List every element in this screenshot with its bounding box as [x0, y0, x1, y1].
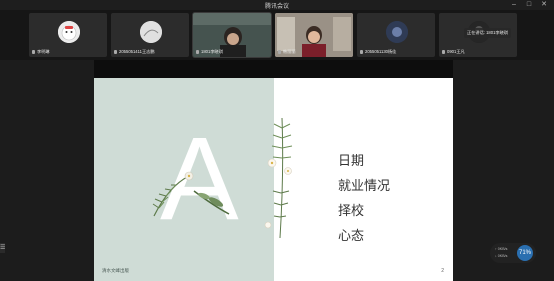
- close-button[interactable]: ✕: [538, 0, 550, 10]
- mic-icon: [278, 50, 281, 54]
- participant-tile[interactable]: 李明琳: [29, 13, 107, 57]
- slide-footer: 清水文峰出版: [102, 268, 129, 273]
- title-bar: 腾讯会议 – □ ✕: [0, 0, 554, 10]
- participant-name: 1801李晓琪: [201, 49, 223, 54]
- mic-icon: [360, 50, 363, 54]
- network-status-widget[interactable]: ↑ 0KB/s ↓ 0KB/s 71%: [490, 243, 536, 263]
- download-rate: ↓ 0KB/s: [495, 254, 508, 258]
- slide-menu-item: 择校: [338, 204, 365, 219]
- mic-icon: [196, 50, 199, 54]
- participant-tile[interactable]: 2055051130杨佳: [357, 13, 435, 57]
- mic-icon: [32, 50, 35, 54]
- participant-name: 0901王凡: [447, 49, 465, 54]
- avatar: [140, 21, 162, 43]
- participant-tile[interactable]: 2055051411王志鹏: [111, 13, 189, 57]
- participant-name: 韩丽丽: [283, 49, 296, 54]
- presentation-slide: A 日期 就业情况 择校 心态 清水文峰出版 2: [94, 78, 453, 281]
- slide-menu-item: 就业情况: [338, 179, 391, 194]
- avatar: [386, 21, 408, 43]
- participant-tile-video[interactable]: 韩丽丽: [275, 13, 353, 57]
- maximize-button[interactable]: □: [523, 0, 535, 10]
- minimize-button[interactable]: –: [508, 0, 520, 10]
- mic-icon: [114, 50, 117, 54]
- plant-illustration-left: [152, 171, 230, 217]
- speaking-indicator: 正在讲话: 1801李晓琪: [464, 28, 511, 38]
- participant-name: 李明琳: [37, 49, 50, 54]
- upload-rate: ↑ 0KB/s: [495, 247, 508, 251]
- plant-illustration-right: [264, 117, 293, 239]
- participant-tile-video[interactable]: 1801李晓琪: [193, 13, 271, 57]
- mic-icon: [442, 50, 445, 54]
- sidebar-toggle-button[interactable]: ☰: [0, 243, 5, 253]
- participant-tile[interactable]: 正在讲话: 1801李晓琪 0901王凡: [439, 13, 517, 57]
- slide-top-bar: [94, 60, 453, 78]
- participant-strip: 李明琳 2055051411王志鹏 1801李晓琪 韩丽丽 2055051130…: [0, 10, 554, 60]
- network-quality-badge: 71%: [517, 245, 533, 261]
- avatar: [58, 21, 80, 43]
- participant-name: 2055051411王志鹏: [119, 49, 155, 54]
- slide-page-number: 2: [441, 268, 444, 274]
- window-title: 腾讯会议: [264, 4, 289, 10]
- slide-menu-item: 心态: [338, 229, 365, 244]
- participant-name: 2055051130杨佳: [365, 49, 397, 54]
- slide-menu-item: 日期: [338, 154, 365, 169]
